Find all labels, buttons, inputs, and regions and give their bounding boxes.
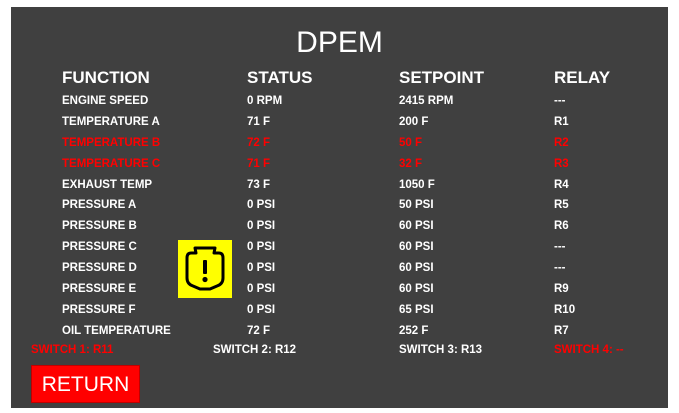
switch-4-status: SWITCH 4: -- [554,344,624,356]
status-cell: 71 F [247,115,271,128]
setpoint-cell: 252 F [399,324,429,337]
relay-cell: R9 [554,283,569,296]
setpoint-cell: 50 PSI [399,199,434,212]
relay-cell: R10 [554,303,576,316]
table-row: OIL TEMPERATURE 72 F 252 F R7 [0,321,679,342]
status-cell: 0 PSI [247,199,276,212]
relay-cell: R3 [554,157,569,170]
relay-cell: R1 [554,115,569,128]
function-cell: PRESSURE B [62,220,137,233]
table-row: PRESSURE E 0 PSI 60 PSI R9 [0,279,679,300]
engine-warning-indicator [178,240,232,298]
function-cell: PRESSURE E [62,283,137,296]
function-cell: TEMPERATURE B [62,136,161,149]
switch-1-status: SWITCH 1: R11 [31,344,114,356]
function-cell: OIL TEMPERATURE [62,324,171,337]
column-header-function: FUNCTION [62,68,150,87]
function-cell: PRESSURE F [62,303,136,316]
table-row: TEMPERATURE C 71 F 32 F R3 [0,154,679,175]
status-cell: 73 F [247,178,271,191]
table-row: PRESSURE A 0 PSI 50 PSI R5 [0,195,679,216]
status-cell: 72 F [247,136,271,149]
table-row: TEMPERATURE A 71 F 200 F R1 [0,112,679,133]
relay-cell: R4 [554,178,569,191]
setpoint-cell: 2415 RPM [399,95,454,107]
table-row: ENGINE SPEED 0 RPM 2415 RPM --- [0,91,679,112]
setpoint-cell: 32 F [399,157,423,170]
relay-cell: --- [554,95,566,107]
function-cell: TEMPERATURE A [62,115,160,128]
relay-cell: R6 [554,220,569,233]
engine-warning-icon [185,246,225,291]
setpoint-cell: 1050 F [399,178,435,191]
setpoint-cell: 60 PSI [399,283,434,296]
status-cell: 0 PSI [247,283,276,296]
status-cell: 0 RPM [247,95,283,107]
table-row: PRESSURE F 0 PSI 65 PSI R10 [0,300,679,321]
setpoint-cell: 60 PSI [399,262,434,275]
function-cell: TEMPERATURE C [62,157,161,170]
relay-cell: --- [554,262,566,275]
column-header-setpoint: SETPOINT [399,68,485,87]
relay-cell: R7 [554,324,569,337]
column-header-relay: RELAY [554,68,611,87]
switch-3-status: SWITCH 3: R13 [399,344,483,356]
function-cell: PRESSURE A [62,199,137,212]
status-cell: 0 PSI [247,303,276,316]
return-button[interactable]: RETURN [31,365,140,403]
function-cell: ENGINE SPEED [62,95,149,107]
setpoint-cell: 60 PSI [399,220,434,233]
relay-cell: R5 [554,199,569,212]
relay-cell: --- [554,241,566,254]
table-row: TEMPERATURE B 72 F 50 F R2 [0,133,679,154]
page-title: DPEM [296,26,383,59]
table-row: PRESSURE C 0 PSI 60 PSI --- [0,237,679,258]
status-cell: 0 PSI [247,241,276,254]
table-row: EXHAUST TEMP 73 F 1050 F R4 [0,175,679,196]
status-cell: 0 PSI [247,262,276,275]
function-cell: PRESSURE C [62,241,137,254]
setpoint-cell: 200 F [399,115,429,128]
setpoint-cell: 65 PSI [399,303,434,316]
switch-2-status: SWITCH 2: R12 [213,344,297,356]
table-row: PRESSURE D 0 PSI 60 PSI --- [0,258,679,279]
status-cell: 72 F [247,324,271,337]
column-header-status: STATUS [247,68,313,87]
setpoint-cell: 60 PSI [399,241,434,254]
relay-cell: R2 [554,136,569,149]
table-row: PRESSURE B 0 PSI 60 PSI R6 [0,216,679,237]
function-table: ENGINE SPEED 0 RPM 2415 RPM --- TEMPERATURE … [0,91,679,342]
status-cell: 0 PSI [247,220,276,233]
status-cell: 71 F [247,157,271,170]
function-cell: PRESSURE D [62,262,137,275]
function-cell: EXHAUST TEMP [62,178,153,191]
setpoint-cell: 50 F [399,136,423,149]
